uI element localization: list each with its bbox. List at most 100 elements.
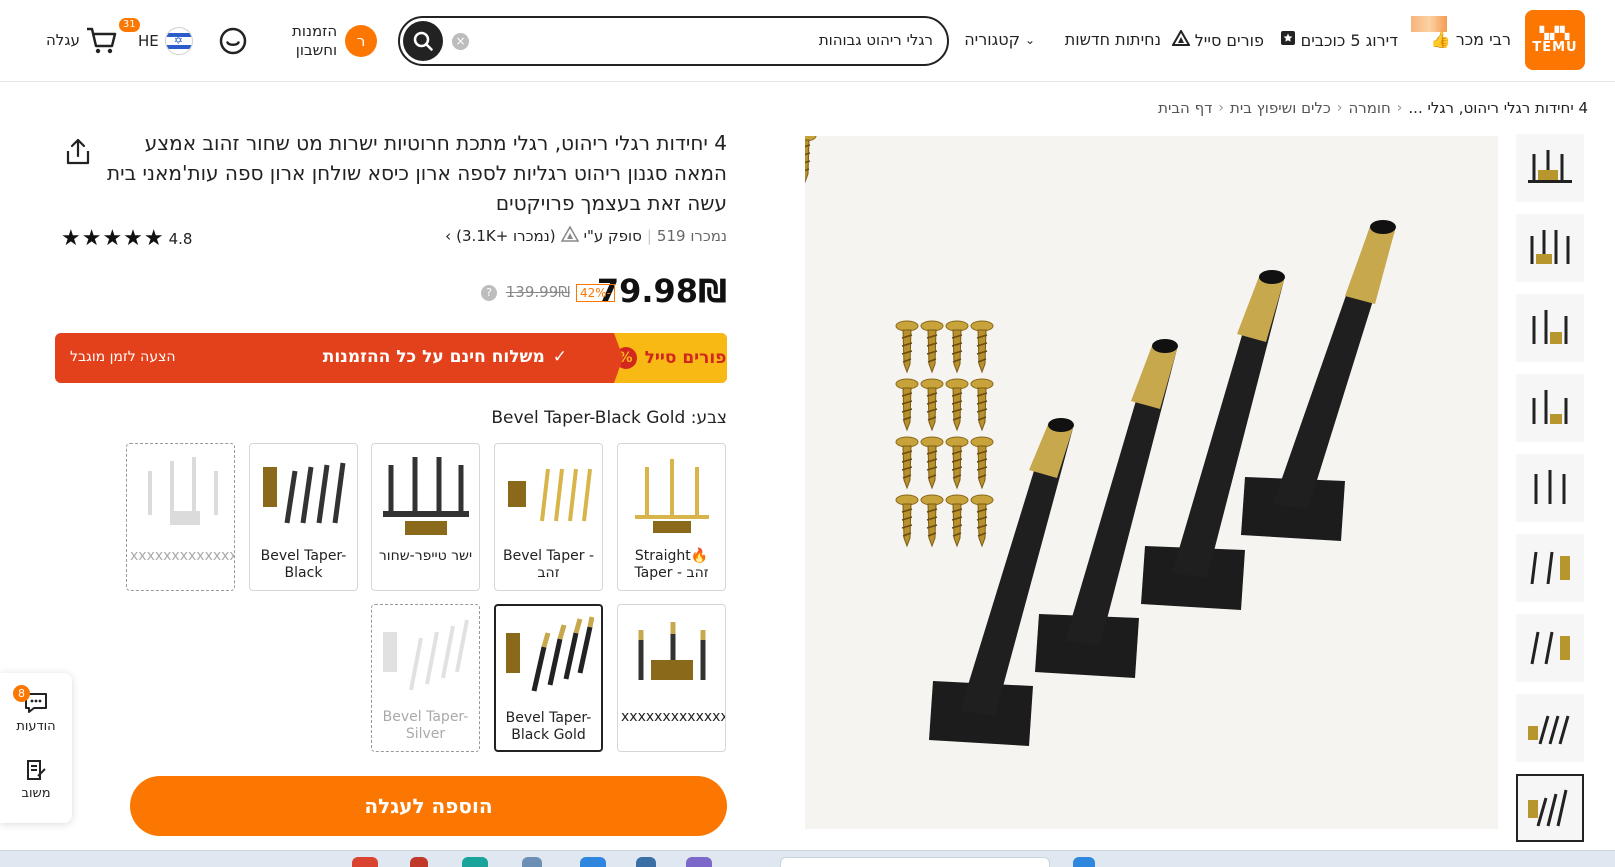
thumbs-up-icon: 👍 bbox=[1430, 30, 1451, 49]
help-icon[interactable]: ? bbox=[481, 285, 497, 301]
thumbnail[interactable] bbox=[1516, 294, 1584, 362]
nav-purim-sale-label: פורים סייל bbox=[1194, 30, 1264, 50]
swatch-image bbox=[496, 606, 601, 710]
swatch-image bbox=[495, 444, 602, 548]
check-icon: ✓ bbox=[552, 347, 567, 367]
clear-search-icon[interactable]: × bbox=[452, 33, 469, 50]
main-product-image[interactable] bbox=[793, 130, 1498, 829]
search-input[interactable]: רגלי ריהוט גבוהות bbox=[819, 31, 933, 49]
support-chat-icon[interactable] bbox=[218, 26, 248, 60]
language-code: HE bbox=[138, 32, 159, 50]
swatch-image bbox=[127, 444, 234, 548]
side-panel: 8 הודעות משוב bbox=[0, 673, 72, 823]
color-option[interactable]: Bevel Taper-Black bbox=[249, 443, 358, 591]
star-badge-icon bbox=[1280, 30, 1296, 50]
nav-five-stars-label: דירוג 5 כוכבים bbox=[1300, 30, 1398, 50]
color-option-selected[interactable]: Bevel Taper-Black Gold bbox=[494, 604, 603, 752]
thumbnail[interactable] bbox=[1516, 374, 1584, 442]
taskbar-app-icon[interactable] bbox=[410, 857, 428, 867]
price-row: 79.98₪ -42% 139.99₪ ? bbox=[55, 272, 727, 316]
price: 79.98₪ bbox=[596, 272, 727, 310]
thumbnail[interactable] bbox=[1516, 214, 1584, 282]
nav-best-sellers[interactable]: 👍 רבי מכר bbox=[1431, 30, 1511, 49]
orders-line1: הזמנות bbox=[292, 22, 338, 40]
breadcrumb-hardware[interactable]: חומרה bbox=[1348, 99, 1390, 117]
rating[interactable]: ★★★★★ 4.8 bbox=[61, 226, 192, 251]
swatch-image bbox=[250, 444, 357, 548]
swatch-image bbox=[372, 444, 479, 548]
taskbar-app-icon[interactable] bbox=[636, 857, 656, 867]
swatch-image bbox=[618, 605, 725, 709]
search-button[interactable] bbox=[403, 21, 443, 61]
color-option[interactable]: xxxxxxxxxxxxxxxxxxxxx bbox=[617, 604, 726, 752]
breadcrumb-separator-icon: ‹ bbox=[1396, 100, 1403, 116]
nav-categories-label: קטגוריה bbox=[964, 30, 1020, 49]
sales-info: נמכרו 519 | סופק ע"י (נמכרו +3.1K) › bbox=[445, 225, 727, 246]
swatch-label: xxxxxxxxxxxxxxxx bbox=[130, 548, 234, 564]
nav-purim-sale[interactable]: פורים סייל bbox=[1170, 28, 1264, 50]
legs-illustration bbox=[929, 220, 1396, 746]
taskbar-app-icon[interactable] bbox=[580, 857, 606, 867]
messages-button[interactable]: 8 הודעות bbox=[0, 685, 72, 734]
breadcrumb-tools[interactable]: כלים ושיפוץ בית bbox=[1230, 99, 1331, 117]
share-icon[interactable] bbox=[64, 137, 92, 171]
taskbar-app-icon[interactable] bbox=[522, 857, 542, 867]
language-selector[interactable]: HE ✡ bbox=[138, 27, 193, 55]
orders-account[interactable]: הזמנות וחשבון ר bbox=[292, 22, 378, 60]
taskbar-search[interactable] bbox=[780, 857, 1050, 867]
orders-line2: וחשבון bbox=[295, 41, 338, 59]
thumbnail[interactable] bbox=[1516, 534, 1584, 602]
thumbnail[interactable] bbox=[1516, 614, 1584, 682]
supplier-link[interactable]: סופק ע"י bbox=[584, 227, 642, 245]
supplier-sold-count[interactable]: (נמכרו +3.1K) bbox=[456, 227, 555, 245]
taskbar bbox=[0, 850, 1615, 867]
color-option[interactable]: Bevel Taper - זהב bbox=[494, 443, 603, 591]
swatch-image bbox=[618, 444, 725, 548]
rating-value: 4.8 bbox=[168, 229, 193, 248]
breadcrumb: דף הבית ‹ כלים ושיפוץ בית ‹ חומרה ‹ 4 יח… bbox=[1158, 99, 1588, 117]
cart-count-badge: 31 bbox=[118, 18, 140, 32]
promo-banner: פורים סייל % ✓ משלוח חינם על כל ההזמנות … bbox=[55, 333, 727, 383]
screws-illustration bbox=[793, 130, 817, 184]
thumbnail[interactable] bbox=[1516, 454, 1584, 522]
taskbar-app-icon[interactable] bbox=[462, 857, 488, 867]
limited-offer-text: הצעה לזמן מוגבל bbox=[70, 349, 176, 365]
promo-tag-text: פורים סייל bbox=[644, 348, 727, 368]
chevron-left-icon[interactable]: › bbox=[445, 227, 451, 245]
swatch-label: Bevel Taper-Silver bbox=[382, 709, 469, 742]
swatch-label: Bevel Taper - זהב bbox=[502, 548, 595, 581]
sold-count: נמכרו 519 bbox=[656, 227, 727, 245]
windows-start-icon[interactable] bbox=[1073, 857, 1095, 867]
promo-tag: פורים סייל % bbox=[614, 333, 727, 383]
cart-button[interactable]: עגלה 31 bbox=[46, 18, 140, 58]
swatch-image bbox=[372, 605, 479, 709]
thumbnail[interactable] bbox=[1516, 134, 1584, 202]
color-option-disabled[interactable]: xxxxxxxxxxxxxxxx bbox=[126, 443, 235, 591]
taskbar-app-icon[interactable] bbox=[352, 857, 378, 867]
color-label: צבע: Bevel Taper-Black Gold bbox=[491, 408, 727, 428]
logo-text: TEMU bbox=[1532, 39, 1578, 55]
free-shipping-text: משלוח חינם על כל ההזמנות bbox=[322, 347, 545, 367]
nav-new-arrivals-label: נחיתות חדשות bbox=[1064, 30, 1161, 49]
temu-logo[interactable]: ▚▞▚ TEMU bbox=[1525, 10, 1585, 70]
product-info: 4 יחידות רגלי ריהוט, רגלי מתכת חרוטיות י… bbox=[55, 128, 727, 218]
thumbnail-selected[interactable] bbox=[1516, 774, 1584, 842]
discount-badge: -42% bbox=[575, 284, 615, 302]
nav-categories[interactable]: קטגוריה ⌄ bbox=[964, 30, 1035, 49]
triangle-icon bbox=[1170, 28, 1191, 50]
color-option-disabled[interactable]: Bevel Taper-Silver bbox=[371, 604, 480, 752]
add-to-cart-button[interactable]: הוספה לעגלה bbox=[130, 776, 727, 836]
swatch-label: Bevel Taper-Black Gold bbox=[505, 710, 592, 743]
search-bar[interactable]: רגלי ריהוט גבוהות × bbox=[398, 16, 949, 66]
breadcrumb-current: 4 יחידות רגלי ריהוט, רגלי ... bbox=[1408, 99, 1588, 117]
color-option[interactable]: ישר טייפר-שחור bbox=[371, 443, 480, 591]
cart-label: עגלה bbox=[46, 31, 80, 49]
nav-five-stars[interactable]: דירוג 5 כוכבים bbox=[1280, 30, 1398, 50]
nav-new-arrivals[interactable]: נחיתות חדשות bbox=[1065, 30, 1161, 49]
feedback-button[interactable]: משוב bbox=[0, 758, 72, 801]
thumbnail[interactable] bbox=[1516, 694, 1584, 762]
breadcrumb-home[interactable]: דף הבית bbox=[1158, 99, 1212, 117]
messages-badge: 8 bbox=[13, 685, 30, 702]
color-option[interactable]: Straight🔥 Taper - זהב bbox=[617, 443, 726, 591]
taskbar-app-icon[interactable] bbox=[686, 857, 712, 867]
